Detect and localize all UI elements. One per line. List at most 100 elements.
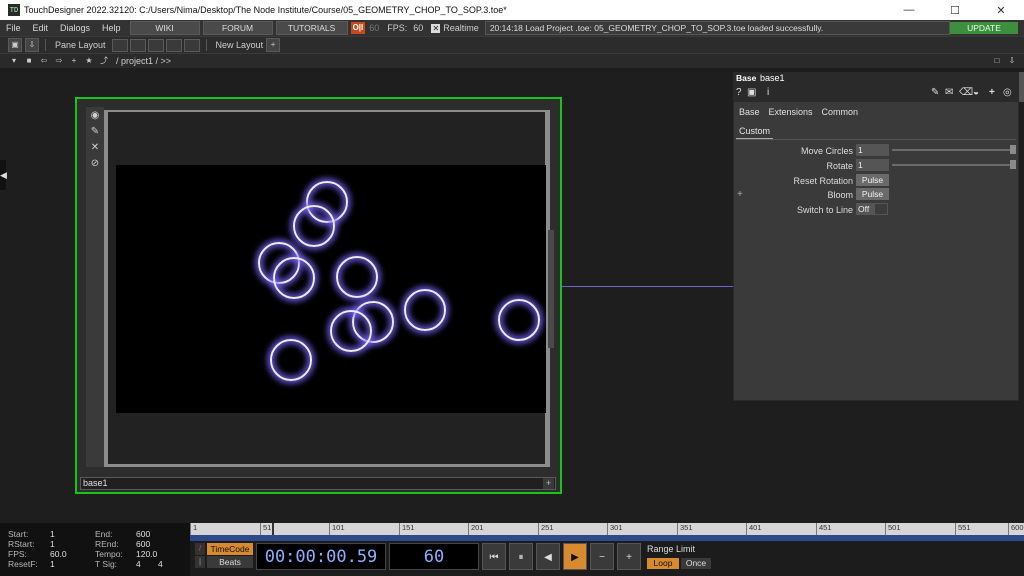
node-name-field[interactable]: base1 (80, 477, 556, 490)
slash-icon[interactable]: / (195, 543, 205, 555)
rstart-value[interactable]: 1 (50, 539, 55, 549)
op-name-label[interactable]: base1 (760, 73, 785, 83)
up-level-icon[interactable]: ⤴ (98, 55, 110, 67)
star-icon[interactable]: ★ (83, 55, 95, 67)
node-expand-button[interactable]: + (543, 478, 554, 489)
rotate-field[interactable]: 1 (856, 159, 889, 171)
fps-value[interactable]: 60.0 (50, 549, 67, 559)
pin-icon[interactable]: ✎ (88, 125, 102, 139)
rotate-slider[interactable] (892, 164, 1016, 166)
menu-dialogs[interactable]: Dialogs (54, 23, 96, 33)
realtime-checkbox[interactable]: ✕ (431, 23, 441, 33)
rotate-slider-knob[interactable] (1010, 160, 1016, 169)
loop-button[interactable]: Loop (647, 558, 679, 569)
square-icon[interactable]: ■ (23, 55, 35, 67)
touchdesigner-logo-icon: TD (8, 4, 20, 16)
divider (205, 39, 207, 51)
step-forward-button[interactable]: + (617, 543, 641, 570)
reset-rotation-pulse-button[interactable]: Pulse (856, 174, 889, 186)
step-back-button[interactable]: − (590, 543, 614, 570)
start-value[interactable]: 1 (50, 529, 55, 539)
viewer-active-icon[interactable]: ◉ (88, 109, 102, 123)
help-icon[interactable]: ? (736, 87, 742, 98)
menu-arrow-icon[interactable]: ▾ (8, 55, 20, 67)
pin-icon[interactable]: ⇩ (1006, 55, 1018, 67)
lock-icon[interactable]: ⊘ (88, 157, 102, 171)
cook-toggle[interactable]: O|I (350, 22, 366, 34)
python-icon[interactable]: ◒ (973, 87, 979, 98)
bloom-pulse-button[interactable]: Pulse (856, 188, 889, 200)
left-panel-toggle-icon[interactable]: ◀ (0, 160, 7, 190)
move-circles-slider[interactable] (892, 149, 1016, 151)
tab-common[interactable]: Common (822, 107, 859, 117)
menu-file[interactable]: File (0, 23, 27, 33)
update-button[interactable]: UPDATE (950, 22, 1018, 34)
timecode-display[interactable]: 00:00:00.59 (256, 543, 386, 570)
tab-custom[interactable]: Custom (736, 126, 773, 139)
python-help-icon[interactable]: ▣ (747, 87, 756, 98)
tsig-denominator[interactable]: 4 (158, 559, 163, 569)
pane-layout-label: Pane Layout (55, 40, 106, 50)
add-icon[interactable]: + (68, 55, 80, 67)
comment-icon[interactable]: ✉ (945, 87, 953, 98)
eraser-icon[interactable]: ⌫ (959, 87, 973, 98)
rstart-label: RStart: (8, 539, 35, 549)
forum-button[interactable]: FORUM (202, 21, 273, 35)
add-parameter-icon[interactable]: + (989, 87, 995, 98)
info-icon[interactable]: i (767, 87, 769, 98)
node-wire (556, 286, 734, 287)
back-arrow-icon[interactable]: ⇦ (38, 55, 50, 67)
param-label-switch-to-line: Switch to Line (796, 205, 853, 215)
bar-icon[interactable]: | (195, 556, 205, 568)
move-circles-field[interactable]: 1 (856, 144, 889, 156)
pane-download-icon[interactable]: ⇩ (25, 38, 39, 52)
resetf-value[interactable]: 1 (50, 559, 55, 569)
layout-single-icon[interactable] (111, 38, 128, 52)
edit-icon[interactable]: ✎ (931, 87, 939, 98)
timecode-mode-button[interactable]: TimeCode (207, 543, 253, 555)
timeline-info: Start: 1 RStart: 1 FPS: 60.0 ResetF: 1 E… (0, 523, 190, 576)
tsig-numerator[interactable]: 4 (136, 559, 141, 569)
tutorials-button[interactable]: TUTORIALS (275, 21, 348, 35)
move-circles-slider-knob[interactable] (1010, 145, 1016, 154)
switch-to-line-value: Off (858, 204, 870, 214)
tab-extensions[interactable]: Extensions (769, 107, 813, 117)
layout-quad-icon[interactable] (165, 38, 182, 52)
rewind-button[interactable]: ⏮ (482, 543, 506, 570)
menu-edit[interactable]: Edit (27, 23, 55, 33)
forward-arrow-icon[interactable]: ⇨ (53, 55, 65, 67)
play-forward-button[interactable]: ▶ (563, 543, 587, 570)
rend-value[interactable]: 600 (136, 539, 150, 549)
pause-button[interactable]: ⏸ (509, 543, 533, 570)
layout-triple-icon[interactable] (183, 38, 200, 52)
tab-base[interactable]: Base (739, 107, 760, 117)
play-reverse-button[interactable]: ◀ (536, 543, 560, 570)
layout-split-vertical-icon[interactable] (129, 38, 146, 52)
viewer-scrollbar[interactable] (548, 230, 554, 348)
pane-split-icon[interactable]: ▣ (8, 38, 22, 52)
layout-split-horizontal-icon[interactable] (147, 38, 164, 52)
divider (45, 39, 46, 51)
glowing-circle (498, 299, 540, 341)
render-viewer[interactable] (116, 165, 546, 413)
end-value[interactable]: 600 (136, 529, 150, 539)
panel-scrollbar[interactable] (1019, 72, 1024, 102)
minimize-button[interactable]: — (886, 4, 932, 17)
tempo-value[interactable]: 120.0 (136, 549, 157, 559)
network-path[interactable]: / project1 / >> (116, 56, 171, 66)
window-close-icon[interactable]: □ (991, 55, 1003, 67)
menu-help[interactable]: Help (96, 23, 127, 33)
frame-display[interactable]: 60 (389, 543, 479, 570)
switch-to-line-toggle[interactable]: Off (856, 203, 888, 215)
once-button[interactable]: Once (681, 558, 711, 569)
beats-mode-button[interactable]: Beats (207, 556, 253, 568)
bypass-icon[interactable]: ✕ (88, 141, 102, 155)
wiki-button[interactable]: WIKI (129, 21, 200, 35)
parameter-icon-bar: ? ▣ i ✎ ✉ ⌫ ◒ + ◎ (733, 86, 1019, 102)
maximize-button[interactable]: ☐ (932, 4, 978, 17)
close-button[interactable]: ✕ (978, 4, 1024, 17)
settings-target-icon[interactable]: ◎ (1003, 87, 1012, 98)
window-title: TouchDesigner 2022.32120: C:/Users/Nima/… (24, 5, 507, 15)
toggle-knob (875, 204, 887, 214)
new-layout-add-button[interactable]: + (266, 38, 281, 52)
